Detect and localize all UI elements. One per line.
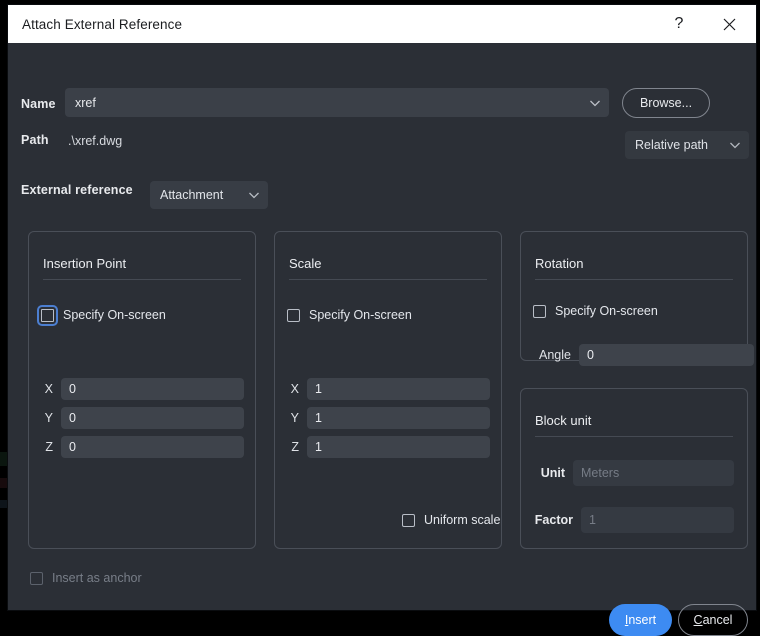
path-type-value: Relative path (635, 138, 727, 152)
scale-z-input[interactable] (307, 436, 490, 458)
scale-x-label: X (287, 382, 299, 396)
browse-button[interactable]: Browse... (622, 88, 710, 118)
close-button[interactable] (706, 5, 752, 43)
help-button[interactable]: ? (656, 5, 702, 43)
insertion-z-label: Z (41, 440, 53, 454)
cancel-button[interactable]: Cancel (678, 604, 748, 636)
block-unit-input (573, 460, 734, 486)
scale-title: Scale (289, 256, 322, 271)
insertion-specify-onscreen-label: Specify On-screen (63, 308, 166, 322)
scale-y-row: Y (287, 407, 490, 429)
dialog-titlebar: Attach External Reference ? (8, 5, 756, 43)
group-divider (535, 436, 733, 437)
background-artifact (0, 500, 8, 508)
insert-as-anchor-checkbox: Insert as anchor (30, 571, 142, 585)
insertion-x-input[interactable] (61, 378, 244, 400)
rotation-group: Rotation (520, 231, 748, 361)
rotation-specify-onscreen-checkbox[interactable]: Specify On-screen (533, 304, 658, 318)
external-reference-label: External reference (21, 183, 133, 197)
path-type-combobox[interactable]: Relative path (625, 131, 749, 159)
background-artifact (0, 478, 8, 488)
checkbox-box-icon (287, 309, 300, 322)
uniform-scale-checkbox[interactable]: Uniform scale (402, 513, 500, 527)
group-divider (535, 279, 733, 280)
insertion-x-row: X (41, 378, 244, 400)
dialog-title: Attach External Reference (22, 17, 182, 32)
insert-as-anchor-label: Insert as anchor (52, 571, 142, 585)
question-mark-icon: ? (675, 15, 684, 33)
insertion-z-input[interactable] (61, 436, 244, 458)
block-factor-input (581, 507, 734, 533)
insertion-specify-onscreen-checkbox[interactable]: Specify On-screen (41, 308, 166, 322)
insert-label-rest: nsert (628, 613, 656, 627)
path-label: Path (21, 133, 49, 147)
block-factor-row: Factor (529, 507, 734, 533)
close-icon (722, 17, 737, 32)
scale-z-row: Z (287, 436, 490, 458)
cancel-label-rest: ancel (703, 613, 733, 627)
chevron-down-icon (727, 137, 743, 153)
insertion-y-label: Y (41, 411, 53, 425)
name-label: Name (21, 97, 56, 111)
checkbox-box-icon (30, 572, 43, 585)
insertion-y-input[interactable] (61, 407, 244, 429)
checkbox-box-icon (533, 305, 546, 318)
name-value: xref (75, 96, 587, 110)
scale-y-label: Y (287, 411, 299, 425)
insertion-y-row: Y (41, 407, 244, 429)
scale-x-row: X (287, 378, 490, 400)
block-unit-title: Block unit (535, 413, 591, 428)
attach-external-reference-dialog: Attach External Reference ? Name xref Br… (8, 5, 756, 610)
insertion-point-title: Insertion Point (43, 256, 126, 271)
external-reference-combobox[interactable]: Attachment (150, 181, 268, 209)
external-reference-value: Attachment (160, 188, 246, 202)
scale-z-label: Z (287, 440, 299, 454)
rotation-specify-onscreen-label: Specify On-screen (555, 304, 658, 318)
cancel-mnemonic: C (694, 613, 703, 627)
rotation-angle-input[interactable] (579, 344, 754, 366)
insertion-z-row: Z (41, 436, 244, 458)
background-artifact (0, 452, 8, 466)
scale-y-input[interactable] (307, 407, 490, 429)
group-divider (289, 279, 487, 280)
checkbox-box-icon (41, 309, 54, 322)
chevron-down-icon (587, 95, 603, 111)
chevron-down-icon (246, 187, 262, 203)
path-value: .\xref.dwg (68, 134, 122, 148)
scale-x-input[interactable] (307, 378, 490, 400)
scale-specify-onscreen-checkbox[interactable]: Specify On-screen (287, 308, 412, 322)
group-divider (43, 279, 241, 280)
checkbox-box-icon (402, 514, 415, 527)
rotation-angle-row: Angle (533, 344, 754, 366)
insert-button[interactable]: Insert (609, 604, 672, 636)
scale-specify-onscreen-label: Specify On-screen (309, 308, 412, 322)
block-unit-row: Unit (529, 460, 734, 486)
dialog-body: Name xref Browse... Path .\xref.dwg Rela… (8, 43, 756, 610)
rotation-angle-label: Angle (533, 348, 571, 362)
uniform-scale-label: Uniform scale (424, 513, 500, 527)
name-combobox[interactable]: xref (65, 88, 609, 117)
block-unit-label: Unit (529, 466, 565, 480)
insertion-x-label: X (41, 382, 53, 396)
block-factor-label: Factor (529, 513, 573, 527)
rotation-title: Rotation (535, 256, 583, 271)
